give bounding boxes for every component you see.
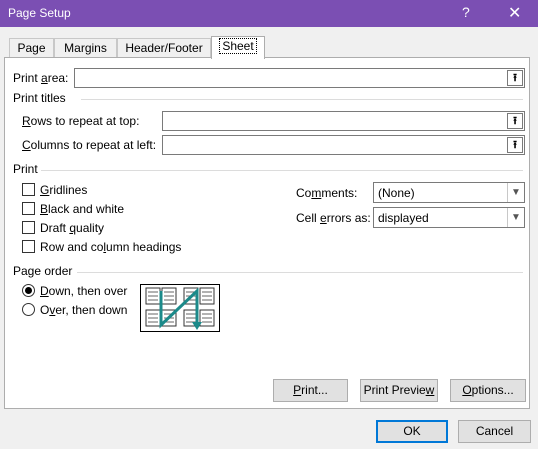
radio-selected-dot: [25, 287, 32, 294]
collapse-dialog-icon[interactable]: ⭱: [507, 137, 523, 153]
print-button[interactable]: Print...: [273, 379, 348, 402]
down-then-over-label[interactable]: Down, then over: [40, 284, 127, 298]
window-title: Page Setup: [8, 6, 71, 20]
print-titles-heading: Print titles: [13, 91, 66, 105]
tab-page[interactable]: Page: [9, 38, 54, 57]
help-icon[interactable]: ?: [462, 4, 470, 20]
print-heading: Print: [13, 162, 38, 176]
print-divider: [41, 170, 523, 171]
page-order-icon: [145, 287, 215, 330]
gridlines-label[interactable]: Gridlines: [40, 183, 87, 197]
rows-repeat-label: Rows to repeat at top:: [22, 114, 140, 128]
print-area-input[interactable]: ⭱: [74, 68, 525, 88]
rows-repeat-input[interactable]: ⭱: [162, 111, 525, 131]
tab-header-footer[interactable]: Header/Footer: [117, 38, 211, 57]
page-order-preview-image: [140, 284, 220, 332]
black-and-white-checkbox[interactable]: [22, 202, 35, 215]
page-order-divider: [77, 272, 523, 273]
row-column-headings-label[interactable]: Row and column headings: [40, 240, 181, 254]
row-column-headings-checkbox[interactable]: [22, 240, 35, 253]
close-icon[interactable]: ✕: [508, 3, 521, 23]
cell-errors-select[interactable]: displayed ▼: [373, 207, 525, 228]
draft-quality-label[interactable]: Draft quality: [40, 221, 104, 235]
black-and-white-label[interactable]: Black and white: [40, 202, 124, 216]
comments-value: (None): [378, 186, 415, 200]
comments-select[interactable]: (None) ▼: [373, 182, 525, 203]
comments-label: Comments:: [296, 186, 358, 200]
ok-button[interactable]: OK: [376, 420, 448, 443]
sheet-panel: Print area: ⭱ Print titles Rows to repea…: [4, 57, 530, 409]
print-preview-button[interactable]: Print Preview: [360, 379, 438, 402]
gridlines-checkbox[interactable]: [22, 183, 35, 196]
collapse-dialog-icon[interactable]: ⭱: [507, 70, 523, 86]
tab-margins[interactable]: Margins: [54, 38, 117, 57]
tab-sheet[interactable]: Sheet: [211, 36, 265, 59]
print-titles-divider: [81, 99, 523, 100]
cancel-button[interactable]: Cancel: [458, 420, 531, 443]
columns-repeat-input[interactable]: ⭱: [162, 135, 525, 155]
over-then-down-label[interactable]: Over, then down: [40, 303, 127, 317]
print-area-label: Print area:: [13, 71, 69, 85]
cell-errors-label: Cell errors as:: [296, 211, 371, 225]
collapse-dialog-icon[interactable]: ⭱: [507, 113, 523, 129]
chevron-down-icon[interactable]: ▼: [507, 183, 524, 202]
options-button[interactable]: Options...: [450, 379, 526, 402]
down-then-over-radio[interactable]: [22, 284, 35, 297]
columns-repeat-label: Columns to repeat at left:: [22, 138, 157, 152]
over-then-down-radio[interactable]: [22, 303, 35, 316]
page-order-heading: Page order: [13, 264, 73, 278]
chevron-down-icon[interactable]: ▼: [507, 208, 524, 227]
title-bar: Page Setup ? ✕: [0, 0, 538, 27]
cell-errors-value: displayed: [378, 211, 429, 225]
draft-quality-checkbox[interactable]: [22, 221, 35, 234]
